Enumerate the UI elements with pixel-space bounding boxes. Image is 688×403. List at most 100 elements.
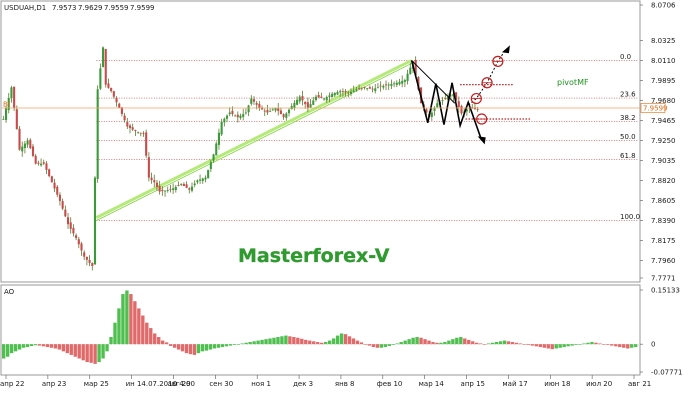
price-candle (29, 139, 32, 149)
price-tick-label: 8.0325 (651, 37, 676, 45)
price-candle (40, 163, 43, 166)
price-candle (137, 132, 140, 133)
time-tick-label: авг 21 (628, 380, 651, 388)
open-value: 7.9573 (52, 4, 77, 12)
ao-bar (137, 308, 141, 345)
ao-bar (411, 337, 415, 345)
price-candle (379, 85, 382, 87)
price-candle (277, 108, 280, 111)
ao-bar (574, 344, 578, 345)
ao-bar (630, 344, 634, 348)
time-axis: апр 22 апр 23 мар 25 ин 14.07.2010 4:00авг … (0, 375, 651, 388)
price-candle (239, 115, 242, 119)
price-candle (169, 189, 172, 191)
price-candle (328, 95, 331, 97)
ao-bar (244, 342, 248, 345)
price-tick-label: 8.0706 (651, 2, 676, 10)
ao-bar (272, 337, 276, 345)
price-candle (234, 115, 237, 117)
ao-bar (578, 344, 582, 345)
price-candle (26, 140, 29, 145)
ao-bar (188, 344, 193, 355)
ao-bar (423, 339, 427, 345)
ao-bar (506, 341, 511, 345)
price-candle (287, 109, 291, 114)
ao-bar (451, 339, 455, 345)
ao-bar (387, 344, 391, 346)
ao-bar (153, 333, 157, 345)
ao-bar (224, 344, 228, 347)
price-candle (215, 143, 218, 156)
ao-bar (157, 337, 161, 345)
ao-bar (133, 301, 137, 345)
price-candle (102, 47, 105, 68)
price-candle (460, 105, 463, 114)
price-candle (363, 87, 366, 88)
fib-level-label: 61.8 (620, 152, 636, 160)
ao-bar (610, 344, 614, 346)
ao-bar (288, 336, 292, 345)
ao-bar (598, 343, 602, 345)
time-tick-label: апр 15 (461, 380, 485, 388)
price-tick-label: 7.7771 (651, 275, 676, 283)
price-candle (217, 132, 220, 145)
time-tick-label: мар 25 (84, 380, 109, 388)
ao-bar (538, 344, 542, 348)
ao-bar (192, 344, 197, 355)
price-candle (376, 87, 379, 89)
price-candle (409, 67, 412, 75)
ao-bar (351, 338, 356, 345)
ao-bar (308, 340, 312, 345)
price-candle (48, 169, 51, 177)
price-candle (99, 68, 102, 89)
price-candle (247, 105, 250, 113)
price-candle (72, 227, 75, 234)
price-candle (4, 108, 8, 120)
price-candle (255, 103, 258, 105)
price-candle (242, 114, 245, 117)
ao-bar (602, 344, 606, 345)
ao-bar (455, 337, 459, 345)
fib-level-label: 50.0 (620, 133, 636, 141)
ao-bar (467, 339, 471, 345)
price-candle (368, 87, 371, 89)
time-tick-label: янв 8 (335, 380, 355, 388)
time-tick-label: ноя 1 (251, 380, 271, 388)
ao-bar (81, 344, 85, 361)
price-candle (258, 103, 261, 108)
ao-bar (25, 344, 30, 348)
ao-bar (49, 344, 54, 348)
price-candle (430, 112, 433, 117)
price-candle (444, 98, 447, 100)
ao-bar (37, 344, 42, 346)
ao-bar (522, 344, 527, 345)
ao-bar (200, 344, 205, 352)
price-candle (228, 112, 231, 115)
ao-bar (534, 344, 539, 347)
ao-bar (208, 344, 213, 350)
price-candle (139, 132, 142, 134)
price-candle (126, 122, 129, 127)
ao-bar (212, 344, 217, 349)
ao-bar (117, 308, 121, 345)
ao-bar (204, 344, 209, 351)
fib-level-label: 0.0 (620, 53, 631, 61)
ao-bar (236, 344, 240, 345)
indicator-frame (0, 284, 641, 376)
ao-bar (375, 344, 380, 348)
price-candle (163, 190, 167, 192)
price-candle (142, 133, 145, 135)
price-candle (53, 182, 56, 189)
ao-bar (343, 334, 348, 345)
price-candle (34, 155, 37, 164)
price-candle (23, 143, 26, 149)
price-candle (403, 79, 406, 82)
price-candle (212, 154, 215, 161)
price-candle (231, 110, 234, 115)
ao-bar (514, 342, 519, 345)
ao-bar (141, 315, 145, 345)
ao-bar (443, 342, 447, 345)
price-candle (344, 91, 347, 93)
ao-bar (359, 342, 364, 345)
bid-marker: BI (3, 100, 10, 108)
